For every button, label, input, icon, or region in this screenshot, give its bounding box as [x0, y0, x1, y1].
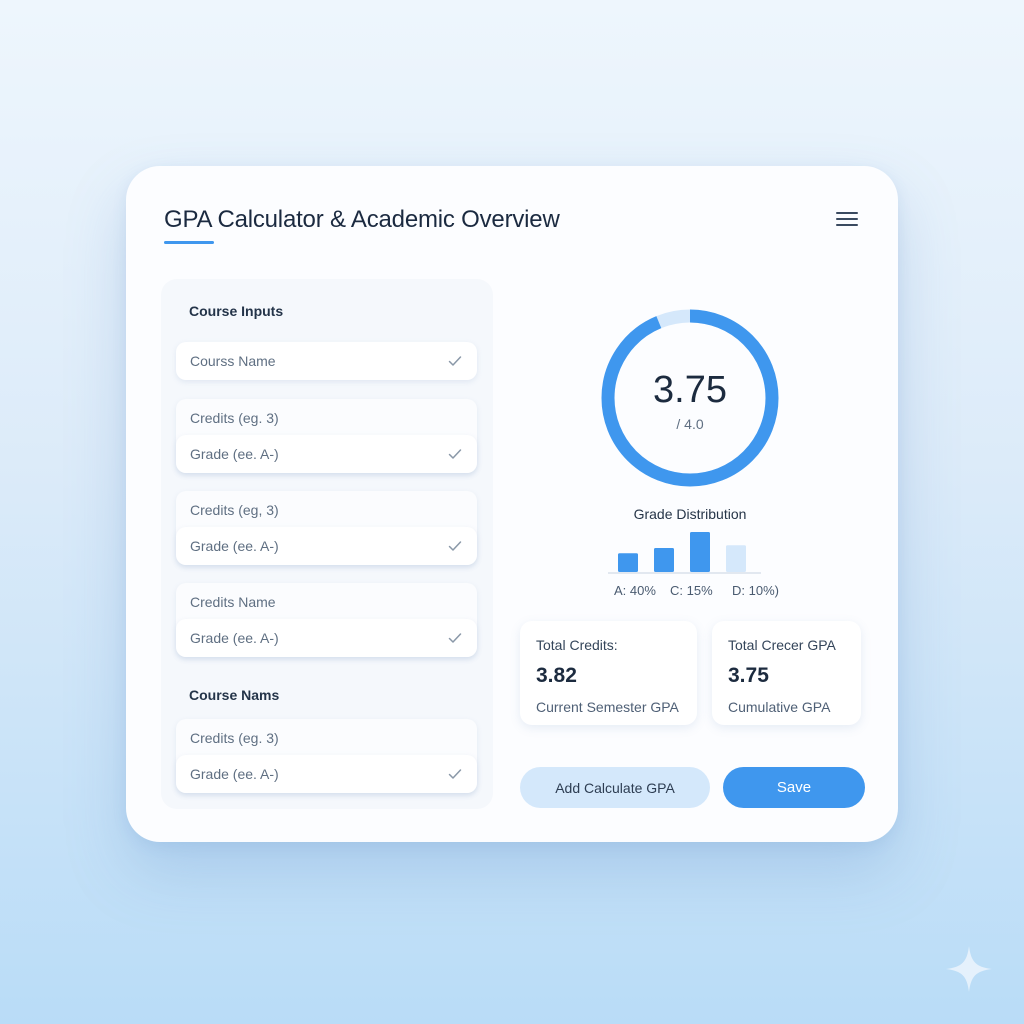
course-name-field[interactable]: Courss Name — [176, 342, 477, 380]
save-button[interactable]: Save — [723, 767, 865, 808]
stat-card-semester: Total Credits: 3.82 Current Semester GPA — [520, 621, 697, 725]
distribution-label-a: A: 40% — [614, 583, 656, 598]
add-calculate-gpa-button[interactable]: Add Calculate GPA — [520, 767, 710, 808]
credits-placeholder: Credits (eg. 3) — [190, 410, 279, 426]
credits-name-field[interactable]: Credits Name — [176, 583, 477, 621]
stat-label: Total Credits: — [536, 637, 618, 653]
course-row-1: Credits (eg. 3) Grade (ee. A-) — [176, 399, 477, 473]
grade-placeholder: Grade (ee. A-) — [190, 766, 279, 782]
section-title-course-names: Course Nams — [189, 687, 280, 703]
credits-field[interactable]: Credits (eg, 3) — [176, 491, 477, 529]
grade-distribution-title: Grade Distribution — [633, 506, 747, 522]
credits-name-placeholder: Credits Name — [190, 594, 276, 610]
gpa-scale: / 4.0 — [676, 416, 704, 432]
sparkle-icon — [946, 946, 992, 992]
hamburger-menu-icon[interactable] — [836, 212, 858, 230]
check-icon — [448, 541, 462, 551]
stat-label: Total Crecer GPA — [728, 637, 836, 653]
distribution-bar-2 — [654, 548, 674, 572]
course-row-4: Credits (eg. 3) Grade (ee. A-) — [176, 719, 477, 793]
check-icon — [448, 449, 462, 459]
credits-field[interactable]: Credits (eg. 3) — [176, 719, 477, 757]
course-name-placeholder: Courss Name — [190, 353, 276, 369]
course-row-2: Credits (eg, 3) Grade (ee. A-) — [176, 491, 477, 565]
distribution-label-c: C: 15% — [670, 583, 713, 598]
check-icon — [448, 769, 462, 779]
gpa-value: 3.75 — [653, 369, 727, 411]
distribution-label-d: D: 10%) — [732, 583, 779, 598]
check-icon — [448, 633, 462, 643]
distribution-bar-4 — [726, 545, 746, 572]
grade-field[interactable]: Grade (ee. A-) — [176, 755, 477, 793]
course-row-3: Credits Name Grade (ee. A-) — [176, 583, 477, 657]
course-inputs-panel: Course Inputs Courss Name Credits (eg. 3… — [161, 279, 493, 809]
title-underline — [164, 241, 214, 244]
grade-field[interactable]: Grade (ee. A-) — [176, 619, 477, 657]
page-title: GPA Calculator & Academic Overview — [164, 206, 560, 233]
stat-card-cumulative: Total Crecer GPA 3.75 Cumulative GPA — [712, 621, 861, 725]
section-title-course-inputs: Course Inputs — [189, 303, 284, 319]
grade-field[interactable]: Grade (ee. A-) — [176, 527, 477, 565]
stat-sub: Current Semester GPA — [536, 699, 679, 715]
stat-sub: Cumulative GPA — [728, 699, 831, 715]
grade-placeholder: Grade (ee. A-) — [190, 538, 279, 554]
stat-value: 3.75 — [728, 664, 769, 687]
distribution-bar-3 — [690, 532, 710, 572]
stat-value: 3.82 — [536, 664, 577, 687]
check-icon — [448, 356, 462, 366]
grade-placeholder: Grade (ee. A-) — [190, 446, 279, 462]
distribution-bar-1 — [618, 553, 638, 572]
grade-field[interactable]: Grade (ee. A-) — [176, 435, 477, 473]
grade-placeholder: Grade (ee. A-) — [190, 630, 279, 646]
grade-distribution-chart — [608, 532, 761, 574]
credits-placeholder: Credits (eg, 3) — [190, 502, 279, 518]
gpa-card: GPA Calculator & Academic Overview Cours… — [126, 166, 898, 842]
credits-field[interactable]: Credits (eg. 3) — [176, 399, 477, 437]
credits-placeholder: Credits (eg. 3) — [190, 730, 279, 746]
